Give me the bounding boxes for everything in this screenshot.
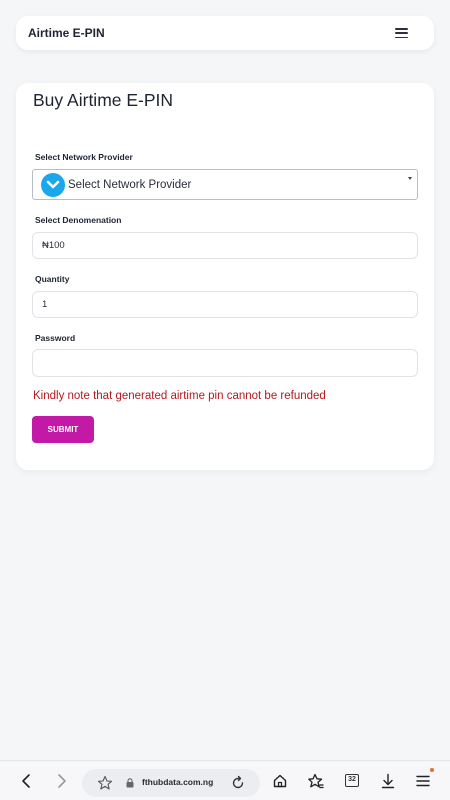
password-label: Password	[35, 333, 76, 343]
denomination-field[interactable]: ₦100	[32, 232, 418, 259]
network-provider-label: Select Network Provider	[35, 152, 133, 162]
password-field[interactable]	[32, 349, 418, 377]
chevron-down-circle-icon	[41, 172, 65, 197]
back-arrow-icon[interactable]	[18, 773, 34, 789]
denomination-value: ₦100	[42, 240, 65, 251]
notification-dot	[430, 768, 434, 772]
buy-epin-card: Buy Airtime E-PIN Select Network Provide…	[16, 83, 434, 470]
url-bar[interactable]: fthubdata.com.ng	[82, 769, 260, 797]
browser-toolbar: fthubdata.com.ng 32	[0, 760, 450, 800]
browser-menu-icon[interactable]	[415, 773, 431, 789]
network-provider-select[interactable]: Select Network Provider	[32, 169, 418, 200]
network-provider-selected: Select Network Provider	[68, 178, 192, 191]
url-text: fthubdata.com.ng	[142, 777, 214, 787]
denomination-label: Select Denomenation	[35, 215, 122, 225]
hamburger-menu-icon[interactable]	[395, 28, 408, 38]
refund-notice: Kindly note that generated airtime pin c…	[33, 390, 326, 402]
quantity-field[interactable]: 1	[32, 291, 418, 318]
reload-icon[interactable]	[230, 775, 246, 791]
top-navbar: Airtime E-PIN	[16, 16, 434, 50]
star-outline-icon[interactable]	[97, 775, 113, 791]
quantity-value: 1	[42, 299, 48, 310]
tabs-count-icon[interactable]: 32	[345, 774, 359, 787]
home-icon[interactable]	[272, 773, 288, 789]
dropdown-caret-icon	[408, 177, 412, 180]
bookmarks-star-icon[interactable]	[308, 773, 324, 789]
lock-icon	[126, 778, 134, 788]
quantity-label: Quantity	[35, 274, 70, 284]
download-icon[interactable]	[380, 773, 396, 789]
card-title: Buy Airtime E-PIN	[33, 90, 174, 110]
forward-arrow-icon[interactable]	[54, 773, 70, 789]
submit-button[interactable]: SUBMIT	[32, 416, 94, 443]
page-brand-title[interactable]: Airtime E-PIN	[28, 26, 105, 40]
